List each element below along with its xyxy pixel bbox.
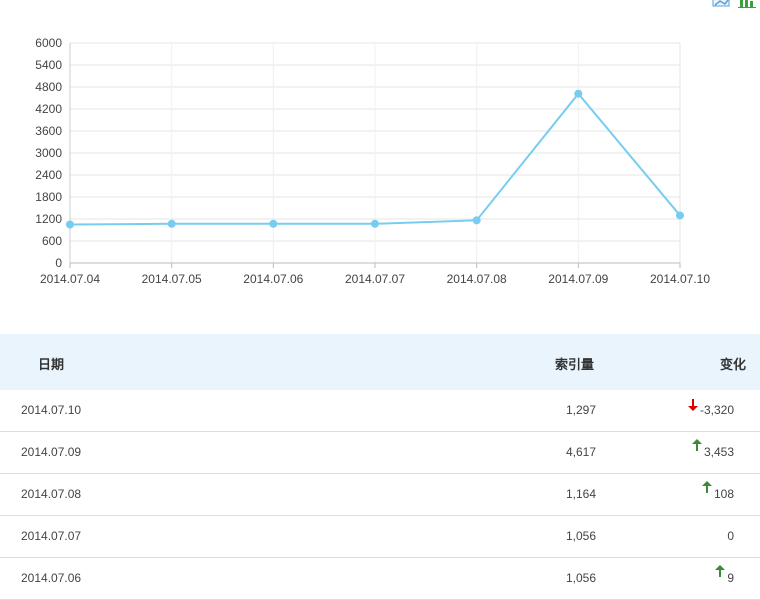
row-change: 108 bbox=[701, 481, 734, 501]
header-change: 变化 bbox=[719, 358, 746, 373]
data-point bbox=[472, 216, 481, 225]
x-tick-label: 2014.07.07 bbox=[345, 272, 405, 286]
change-value: 3,453 bbox=[703, 445, 734, 459]
table-row: 2014.07.08 1,164 108 bbox=[0, 474, 760, 516]
row-volume: 4,617 bbox=[565, 445, 596, 459]
y-tick-label: 3000 bbox=[35, 146, 62, 160]
data-point bbox=[676, 211, 684, 220]
row-date: 2014.07.08 bbox=[21, 487, 82, 501]
row-change: -3,320 bbox=[687, 399, 734, 417]
bar-chart-icon[interactable] bbox=[738, 0, 756, 8]
y-tick-label: 3600 bbox=[35, 124, 62, 138]
y-tick-label: 5400 bbox=[35, 58, 62, 72]
arrow-down-icon bbox=[687, 399, 698, 411]
x-tick-label: 2014.07.08 bbox=[447, 272, 507, 286]
change-value: 9 bbox=[727, 571, 734, 585]
table-row: 2014.07.06 1,056 9 bbox=[0, 558, 760, 600]
row-change: 0 bbox=[727, 529, 734, 543]
y-tick-label: 1800 bbox=[35, 190, 62, 204]
x-tick-label: 2014.07.04 bbox=[40, 272, 100, 286]
y-tick-label: 4200 bbox=[35, 102, 62, 116]
table-body: 2014.07.10 1,297 -3,320 2014.07.09 4,617 3,45… bbox=[0, 390, 760, 600]
header-volume: 索引量 bbox=[554, 358, 594, 373]
row-date: 2014.07.09 bbox=[21, 445, 82, 459]
data-point bbox=[167, 219, 176, 228]
y-tick-label: 6000 bbox=[35, 36, 62, 50]
arrow-up-icon bbox=[701, 481, 712, 493]
change-value: 108 bbox=[713, 487, 734, 501]
row-volume: 1,164 bbox=[565, 487, 596, 501]
header-date: 日期 bbox=[38, 358, 65, 373]
arrow-up-icon bbox=[715, 565, 726, 577]
x-tick-label: 2014.07.10 bbox=[650, 272, 710, 286]
arrow-up-icon bbox=[691, 439, 702, 451]
index-volume-line-chart: 0 600 1200 1800 2400 3000 3600 4200 4800 5400 6000… bbox=[35, 36, 710, 286]
data-point bbox=[269, 219, 278, 228]
data-point bbox=[574, 89, 583, 98]
index-volume-table: 日期 索引量 变化 2014.07.10 1,297 -3,320 2014.07.0… bbox=[0, 334, 760, 600]
row-date: 2014.07.10 bbox=[21, 403, 82, 417]
x-tick-label: 2014.07.06 bbox=[243, 272, 303, 286]
y-tick-label: 1200 bbox=[35, 212, 62, 226]
x-tick-label: 2014.07.09 bbox=[548, 272, 608, 286]
y-tick-label: 4800 bbox=[35, 80, 62, 94]
row-change: 3,453 bbox=[691, 439, 734, 459]
x-tick-label: 2014.07.05 bbox=[142, 272, 202, 286]
table-row: 2014.07.07 1,056 0 bbox=[0, 516, 760, 558]
line-chart-icon[interactable] bbox=[712, 0, 730, 8]
row-date: 2014.07.07 bbox=[21, 529, 82, 543]
data-point bbox=[371, 219, 379, 228]
table-row: 2014.07.09 4,617 3,453 bbox=[0, 432, 760, 474]
row-change: 9 bbox=[715, 565, 734, 585]
row-volume: 1,056 bbox=[565, 529, 596, 543]
table-row: 2014.07.10 1,297 -3,320 bbox=[0, 390, 760, 432]
y-tick-label: 0 bbox=[55, 256, 62, 270]
y-tick-label: 2400 bbox=[35, 168, 62, 182]
row-volume: 1,297 bbox=[565, 403, 596, 417]
row-volume: 1,056 bbox=[565, 571, 596, 585]
y-tick-label: 600 bbox=[42, 234, 62, 248]
row-date: 2014.07.06 bbox=[21, 571, 82, 585]
change-value: -3,320 bbox=[699, 403, 734, 417]
change-value: 0 bbox=[727, 529, 734, 543]
chart-type-switcher bbox=[712, 0, 756, 8]
table-header: 日期 索引量 变化 bbox=[0, 334, 760, 390]
data-point bbox=[66, 220, 74, 229]
